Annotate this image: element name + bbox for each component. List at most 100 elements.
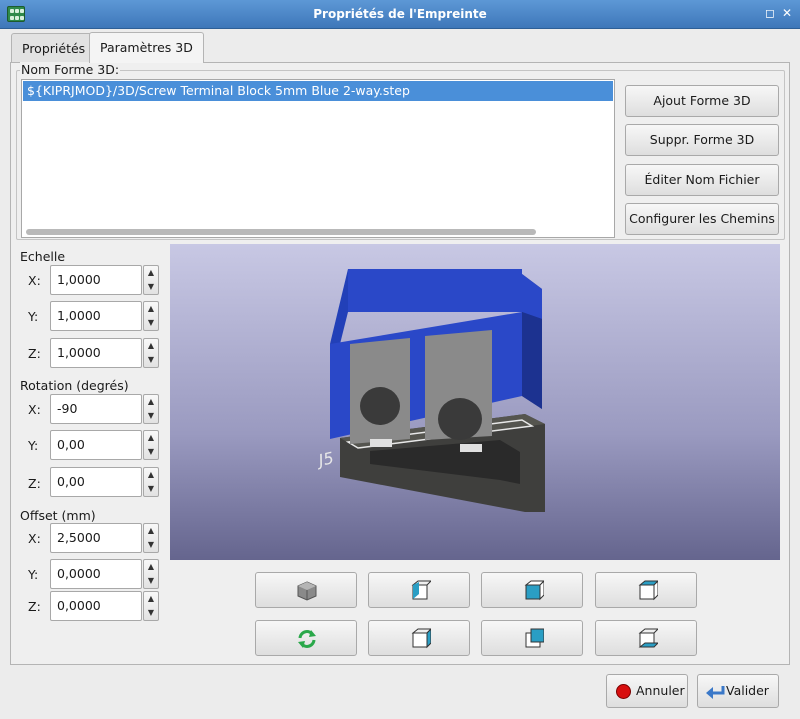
spin-up-icon[interactable]: ▲	[144, 431, 158, 445]
edit-filename-button[interactable]: Éditer Nom Fichier	[625, 164, 779, 196]
view-right-icon	[411, 628, 431, 649]
spin-up-icon[interactable]: ▲	[144, 592, 158, 606]
view-front-button[interactable]	[481, 572, 583, 608]
body-front-side	[522, 312, 542, 409]
scale-z-field[interactable]: 1,0000	[50, 338, 142, 368]
tab-proprietes[interactable]: Propriétés	[11, 33, 97, 62]
view-back-button[interactable]	[481, 620, 583, 656]
spin-down-icon[interactable]: ▼	[144, 445, 158, 459]
scale-y-label: Y:	[28, 309, 39, 324]
offset-y-label: Y:	[28, 567, 39, 582]
ok-button[interactable]: Valider	[697, 674, 779, 708]
spin-up-icon[interactable]: ▲	[144, 560, 158, 574]
title-bar: Propriétés de l'Empreinte ◻ ✕	[0, 0, 800, 29]
spin-up-icon[interactable]: ▲	[144, 339, 158, 353]
pin-left	[370, 439, 392, 447]
spin-arrows[interactable]: ▲ ▼	[143, 338, 159, 368]
terminal-block-3d-model: J5	[314, 269, 545, 512]
stop-icon	[616, 684, 631, 699]
offset-x-label: X:	[28, 531, 41, 546]
body-slope	[330, 269, 348, 344]
spin-arrows[interactable]: ▲ ▼	[143, 430, 159, 460]
tab-parametres-3d[interactable]: Paramètres 3D	[89, 32, 204, 63]
ok-label: Valider	[726, 683, 769, 698]
offset-x-spinner[interactable]: 2,5000 ▲ ▼	[50, 523, 159, 553]
close-icon[interactable]: ✕	[780, 6, 794, 20]
spin-up-icon[interactable]: ▲	[144, 395, 158, 409]
rotation-z-spinner[interactable]: 0,00 ▲ ▼	[50, 467, 159, 497]
view-bottom-icon	[638, 628, 658, 648]
remove-shape-button[interactable]: Suppr. Forme 3D	[625, 124, 779, 156]
view-right-button[interactable]	[368, 620, 470, 656]
offset-z-label: Z:	[28, 599, 41, 614]
offset-z-spinner[interactable]: 0,0000 ▲ ▼	[50, 591, 159, 621]
spin-arrows[interactable]: ▲ ▼	[143, 394, 159, 424]
view-back-icon	[525, 628, 544, 648]
spin-down-icon[interactable]: ▼	[144, 316, 158, 330]
view-front-icon	[524, 580, 544, 601]
spin-down-icon[interactable]: ▼	[144, 538, 158, 552]
offset-y-spinner[interactable]: 0,0000 ▲ ▼	[50, 559, 159, 589]
view-iso-button[interactable]	[255, 572, 357, 608]
horizontal-scrollbar[interactable]	[22, 228, 614, 237]
reload-button[interactable]	[255, 620, 357, 656]
scrollbar-thumb[interactable]	[26, 229, 536, 235]
rotation-y-spinner[interactable]: 0,00 ▲ ▼	[50, 430, 159, 460]
scale-y-field[interactable]: 1,0000	[50, 301, 142, 331]
view-iso-icon	[297, 581, 317, 601]
cancel-button[interactable]: Annuler	[606, 674, 688, 708]
spin-up-icon[interactable]: ▲	[144, 468, 158, 482]
view-bottom-button[interactable]	[595, 620, 697, 656]
spin-arrows[interactable]: ▲ ▼	[143, 467, 159, 497]
spin-down-icon[interactable]: ▼	[144, 606, 158, 620]
offset-label: Offset (mm)	[20, 508, 96, 523]
body-top	[348, 269, 542, 319]
rotation-y-label: Y:	[28, 438, 39, 453]
spin-down-icon[interactable]: ▼	[144, 482, 158, 496]
silkscreen-ref: J5	[314, 448, 335, 470]
configure-paths-button[interactable]: Configurer les Chemins	[625, 203, 779, 235]
spin-up-icon[interactable]: ▲	[144, 524, 158, 538]
spin-arrows[interactable]: ▲ ▼	[143, 301, 159, 331]
reload-icon	[298, 630, 316, 648]
spin-arrows[interactable]: ▲ ▼	[143, 591, 159, 621]
restore-icon[interactable]: ◻	[763, 6, 777, 20]
spin-arrows[interactable]: ▲ ▼	[143, 265, 159, 295]
rotation-x-field[interactable]: -90	[50, 394, 142, 424]
spin-up-icon[interactable]: ▲	[144, 302, 158, 316]
spin-down-icon[interactable]: ▼	[144, 353, 158, 367]
scale-z-spinner[interactable]: 1,0000 ▲ ▼	[50, 338, 159, 368]
rotation-z-field[interactable]: 0,00	[50, 467, 142, 497]
rotation-y-field[interactable]: 0,00	[50, 430, 142, 460]
scale-y-spinner[interactable]: 1,0000 ▲ ▼	[50, 301, 159, 331]
list-item[interactable]: ${KIPRJMOD}/3D/Screw Terminal Block 5mm …	[23, 81, 613, 101]
spin-arrows[interactable]: ▲ ▼	[143, 523, 159, 553]
shape-list[interactable]: ${KIPRJMOD}/3D/Screw Terminal Block 5mm …	[21, 79, 615, 238]
scale-label: Echelle	[20, 249, 66, 264]
rotation-label: Rotation (degrés)	[20, 378, 129, 393]
screw-head-left	[360, 387, 400, 425]
view-top-button[interactable]	[595, 572, 697, 608]
scale-x-label: X:	[28, 273, 41, 288]
add-shape-button[interactable]: Ajout Forme 3D	[625, 85, 779, 117]
offset-x-field[interactable]: 2,5000	[50, 523, 142, 553]
3d-preview-viewport[interactable]: J5	[170, 244, 780, 560]
spin-arrows[interactable]: ▲ ▼	[143, 559, 159, 589]
pin-right	[460, 444, 482, 452]
enter-arrow-icon	[706, 686, 725, 699]
screw-head-right	[438, 398, 482, 440]
view-left-button[interactable]	[368, 572, 470, 608]
view-top-icon	[638, 580, 658, 601]
scale-x-field[interactable]: 1,0000	[50, 265, 142, 295]
window-title: Propriétés de l'Empreinte	[313, 7, 487, 21]
scale-z-label: Z:	[28, 346, 41, 361]
offset-y-field[interactable]: 0,0000	[50, 559, 142, 589]
cancel-label: Annuler	[636, 683, 685, 698]
scale-x-spinner[interactable]: 1,0000 ▲ ▼	[50, 265, 159, 295]
spin-down-icon[interactable]: ▼	[144, 409, 158, 423]
offset-z-field[interactable]: 0,0000	[50, 591, 142, 621]
spin-down-icon[interactable]: ▼	[144, 574, 158, 588]
rotation-x-spinner[interactable]: -90 ▲ ▼	[50, 394, 159, 424]
spin-down-icon[interactable]: ▼	[144, 280, 158, 294]
spin-up-icon[interactable]: ▲	[144, 266, 158, 280]
